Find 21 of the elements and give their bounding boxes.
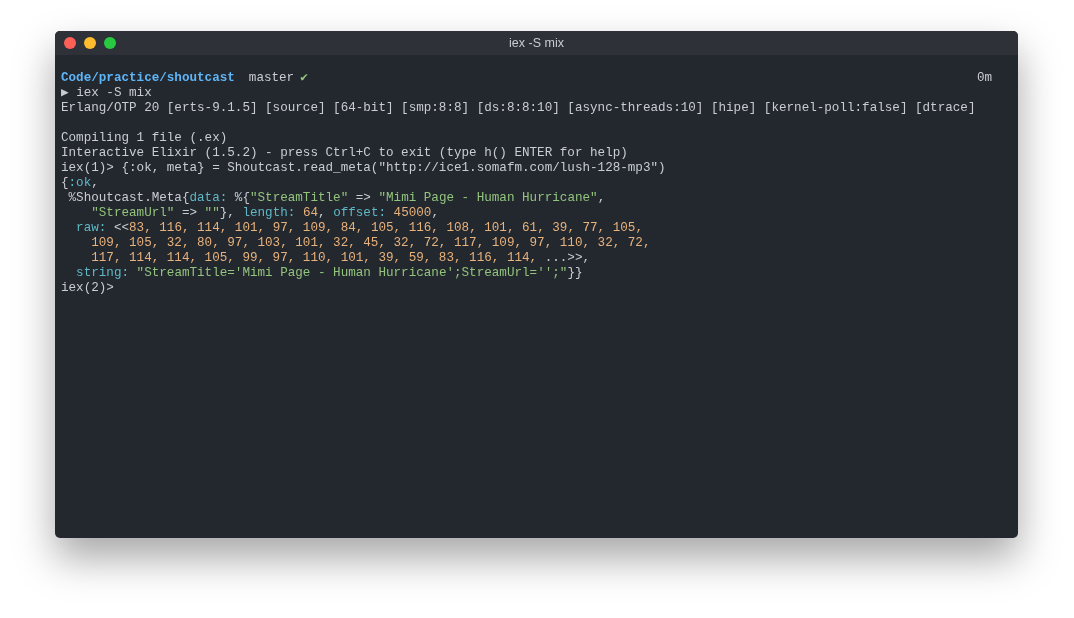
prompt-path: Code/practice/shoutcast xyxy=(61,71,235,86)
terminal-line: Erlang/OTP 20 [erts-9.1.5] [source] [64-bit] [smp:8:8] [ds:8:8:10] [async-threads:10] [hipe] [kernel-poll:false] [dtrace] xyxy=(61,101,976,115)
window-title: iex -S mix xyxy=(509,34,564,52)
terminal-line: iex(2)> xyxy=(61,281,114,295)
zoom-button[interactable] xyxy=(104,37,116,49)
terminal-line: "StreamUrl" => ""}, length: 64, offset: 45000, xyxy=(90,206,439,220)
terminal-line: raw: <<83, 116, 114, 101, 97, 109, 84, 105, 116, 108, 101, 61, 39, 77, 105, xyxy=(75,221,643,235)
terminal-line: {:ok, xyxy=(61,176,99,190)
terminal-line: %Shoutcast.Meta{data: %{"StreamTitle" => "Mimi Page - Human Hurricane", xyxy=(67,191,606,205)
git-branch: master xyxy=(248,71,295,86)
terminal-line: iex(1)> {:ok, meta} = Shoutcast.read_meta("http://ice1.somafm.com/lush-128-mp3") xyxy=(61,161,666,175)
terminal-line: string: "StreamTitle='Mimi Page - Human Hurricane';StreamUrl='';"}} xyxy=(75,266,583,280)
terminal-line: Compiling 1 file (.ex) xyxy=(61,131,228,145)
terminal-line: ▶ iex -S mix xyxy=(61,86,152,100)
close-button[interactable] xyxy=(64,37,76,49)
minimize-button[interactable] xyxy=(84,37,96,49)
terminal-line: 109, 105, 32, 80, 97, 103, 101, 32, 45, 32, 72, 117, 109, 97, 110, 32, 72, xyxy=(90,236,651,250)
status-mark: ✔ xyxy=(300,71,308,86)
terminal-line: Interactive Elixir (1.5.2) - press Ctrl+C to exit (type h() ENTER for help) xyxy=(61,146,628,160)
elapsed-time: 0m xyxy=(976,71,992,86)
terminal-line: 117, 114, 114, 105, 99, 97, 110, 101, 39, 59, 83, 116, 114, ...>>, xyxy=(90,251,591,265)
